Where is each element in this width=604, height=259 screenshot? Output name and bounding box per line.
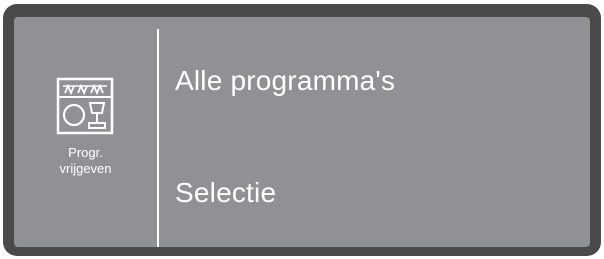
vertical-divider (157, 29, 159, 247)
sidebar: Progr. vrijgeven (14, 17, 157, 247)
icon-label-line-2: vrijgeven (59, 161, 112, 176)
dishwasher-program-release-icon (56, 77, 114, 135)
icon-label-line-1: Progr. (68, 145, 103, 160)
menu-item-selection[interactable]: Selectie (175, 177, 276, 209)
menu-item-all-programs[interactable]: Alle programma's (175, 65, 395, 97)
icon-label: Progr. vrijgeven (14, 145, 157, 177)
device-bezel: Progr. vrijgeven Alle programma's Select… (3, 4, 601, 256)
display-screen: Progr. vrijgeven Alle programma's Select… (14, 17, 590, 247)
